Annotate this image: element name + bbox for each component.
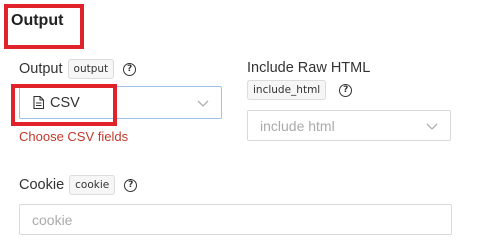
raw-html-select[interactable]: include html — [247, 110, 451, 141]
output-settings-panel: Output Output output ? CSV Choose CSV fi… — [0, 0, 492, 243]
help-icon[interactable]: ? — [339, 83, 353, 97]
cookie-field-label: Cookie cookie ? — [19, 175, 138, 195]
output-field-label: Output output ? — [19, 59, 137, 79]
cookie-input-placeholder: cookie — [32, 211, 73, 228]
chevron-down-icon — [197, 94, 209, 112]
raw-html-tag-row: include_html ? — [247, 80, 353, 100]
chevron-down-icon — [426, 117, 438, 135]
output-tag: output — [67, 59, 115, 79]
highlight-select-box — [11, 84, 117, 126]
raw-html-field-label: Include Raw HTML — [247, 60, 371, 76]
cookie-input[interactable]: cookie — [19, 204, 452, 235]
highlight-title-box — [4, 4, 84, 49]
help-icon[interactable]: ? — [124, 178, 138, 192]
output-label-text: Output — [19, 61, 63, 77]
raw-html-tag: include_html — [247, 80, 327, 100]
raw-html-select-placeholder: include html — [260, 117, 335, 134]
output-error-text: Choose CSV fields — [19, 129, 129, 144]
cookie-label-text: Cookie — [19, 177, 65, 193]
cookie-tag: cookie — [69, 175, 116, 195]
help-icon[interactable]: ? — [123, 62, 137, 76]
